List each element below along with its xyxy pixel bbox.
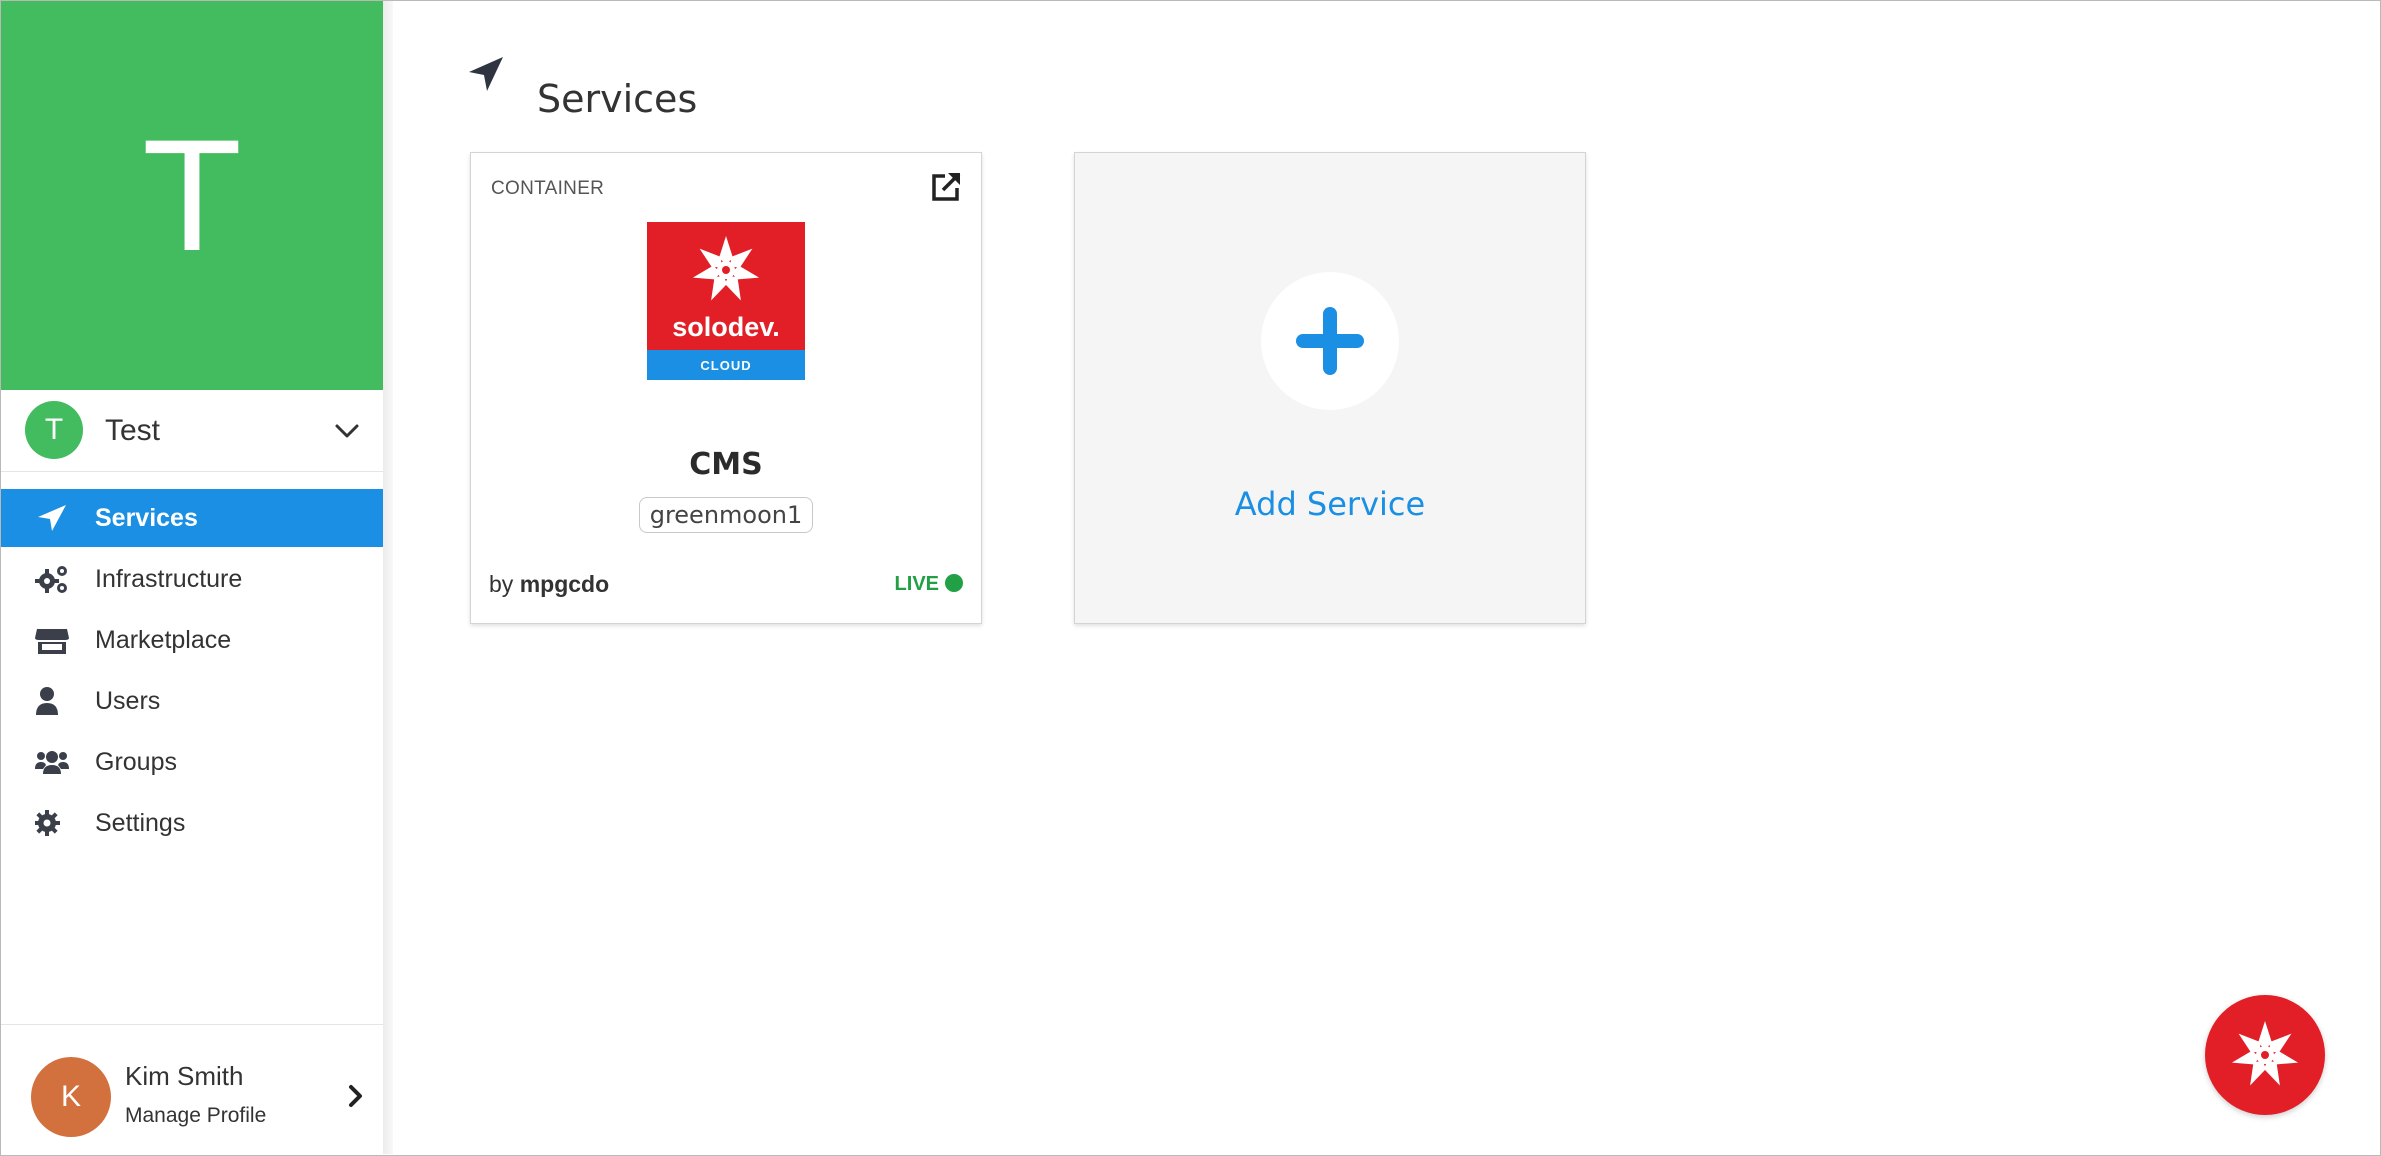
cogs-icon [35, 566, 67, 593]
sidebar-item-users[interactable]: Users [1, 672, 383, 730]
owner-name: mpgcdo [519, 571, 610, 597]
chevron-down-icon [335, 424, 359, 438]
solodev-help-button[interactable] [2205, 995, 2325, 1115]
service-name: CMS [689, 447, 763, 482]
org-banner: T [1, 1, 383, 390]
location-arrow-icon [38, 505, 66, 531]
service-owner: by mpgcdo [489, 571, 609, 598]
sidebar-item-label: Marketplace [95, 626, 232, 654]
sidebar-item-label: Infrastructure [95, 565, 243, 593]
sidebar-item-settings[interactable]: Settings [1, 794, 383, 852]
avatar: K [31, 1057, 111, 1137]
solodev-logo-icon [2231, 1021, 2299, 1086]
service-type-label: CONTAINER [491, 178, 605, 199]
page-title: Services [537, 77, 698, 122]
users-icon [35, 751, 69, 774]
service-tag-wrap: greenmoon1 [471, 497, 981, 533]
org-avatar: T [25, 401, 83, 459]
user-icon [36, 687, 58, 715]
chevron-right-icon [349, 1085, 362, 1107]
logo-sub: CLOUD [700, 358, 751, 373]
status-text: LIVE [894, 573, 939, 595]
logo-word: solodev. [672, 312, 780, 342]
sidebar-item-label: Groups [95, 748, 177, 776]
plus-icon [1296, 307, 1364, 375]
org-banner-letter: T [146, 112, 238, 286]
sidebar-item-groups[interactable]: Groups [1, 733, 383, 791]
add-service-label: Add Service [1234, 485, 1426, 523]
profile-name: Kim Smith [125, 1061, 244, 1091]
store-icon [35, 629, 69, 654]
org-name: Test [105, 414, 161, 447]
service-card[interactable]: CONTAINER solodev. CLOUD CMS greenmoon1 … [470, 152, 982, 624]
sidebar-item-services[interactable]: Services [1, 489, 383, 547]
add-circle [1261, 272, 1399, 410]
sidebar-item-infrastructure[interactable]: Infrastructure [1, 550, 383, 608]
profile-menu[interactable]: K Kim Smith Manage Profile [1, 1024, 383, 1155]
sidebar-nav: Services Infrastructure Marketplace User… [1, 489, 383, 855]
location-arrow-icon [469, 57, 503, 91]
external-link-icon[interactable] [929, 170, 963, 204]
owner-prefix: by [489, 571, 514, 597]
sidebar-item-label: Settings [95, 809, 186, 837]
org-selector[interactable]: T Test [1, 391, 383, 472]
manage-profile-link[interactable]: Manage Profile [125, 1103, 266, 1129]
sidebar-divider [383, 1, 393, 1154]
sidebar-item-marketplace[interactable]: Marketplace [1, 611, 383, 669]
sidebar: T T Test Services Infrastructure Marketp… [1, 1, 383, 1154]
add-service-card[interactable]: Add Service [1074, 152, 1586, 624]
gear-icon [35, 810, 60, 836]
sidebar-item-label: Services [95, 504, 198, 532]
sidebar-item-label: Users [95, 687, 161, 715]
status-dot-icon [945, 574, 963, 592]
status-badge: LIVE [895, 573, 963, 596]
service-tag-badge: greenmoon1 [638, 497, 814, 533]
solodev-cloud-logo-icon: solodev. CLOUD [647, 222, 805, 380]
